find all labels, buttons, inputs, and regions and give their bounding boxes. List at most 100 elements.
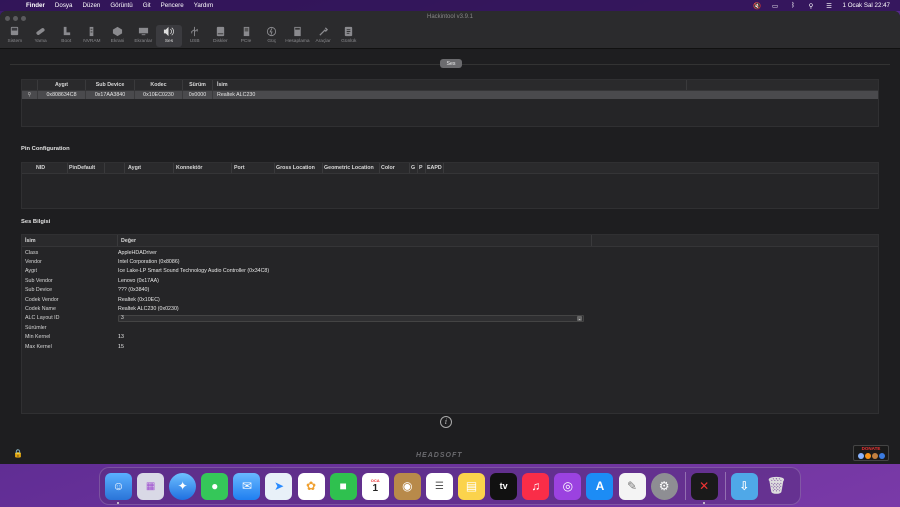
menu-duzen[interactable]: Düzen bbox=[82, 2, 100, 9]
col-isim[interactable]: İsim bbox=[213, 80, 687, 90]
safari-icon[interactable]: ✦ bbox=[169, 472, 197, 500]
content-area: Ses Aygıt Sub Device Kodec Sürüm İsim ⚲ … bbox=[0, 49, 900, 464]
col-pindefault[interactable]: PinDefault bbox=[68, 163, 105, 173]
list-item: Aygıt Ice Lake-LP Smart Sound Technology … bbox=[25, 268, 270, 275]
maps-icon[interactable]: ➤ bbox=[265, 472, 293, 500]
contacts-icon[interactable]: ◉ bbox=[393, 472, 421, 500]
window-title: Hackintool v3.9.1 bbox=[426, 14, 474, 20]
section-tab-ses[interactable]: Ses bbox=[440, 59, 462, 68]
display-icon[interactable]: ▭ bbox=[771, 2, 780, 10]
toolbar: Sistem Yama Boot NVRAM Ekrani Ekranlar S… bbox=[2, 25, 362, 47]
downloads-folder-icon[interactable]: ⇩ bbox=[730, 472, 758, 500]
pin-config-title: Pin Configuration bbox=[21, 146, 70, 152]
tab-ekrani[interactable]: Ekrani bbox=[105, 25, 131, 47]
col-aygit[interactable]: Aygıt bbox=[38, 80, 86, 90]
messages-icon[interactable]: ● bbox=[201, 472, 229, 500]
col-eapd[interactable]: EAPD bbox=[426, 163, 444, 173]
menu-finder[interactable]: Finder bbox=[26, 2, 45, 9]
tab-guc[interactable]: Güç bbox=[259, 25, 285, 47]
mail-icon[interactable]: ✉ bbox=[233, 472, 261, 500]
col-sub-device[interactable]: Sub Device bbox=[86, 80, 135, 90]
photos-icon[interactable]: ✿ bbox=[297, 472, 325, 500]
col-kodec[interactable]: Kodec bbox=[135, 80, 183, 90]
menu-pencere[interactable]: Pencere bbox=[161, 2, 184, 9]
col-info-deger[interactable]: Değer bbox=[118, 235, 592, 246]
tab-boot[interactable]: Boot bbox=[53, 25, 79, 47]
mute-icon[interactable]: 🔇 bbox=[753, 2, 762, 10]
donate-button[interactable]: DONATE bbox=[853, 445, 889, 461]
podcasts-icon[interactable]: ◎ bbox=[554, 472, 582, 500]
list-item: Codek Vendor Realtek (0x10EC) bbox=[25, 296, 160, 303]
tab-sistem[interactable]: Sistem bbox=[2, 25, 28, 47]
audio-devices-table: Aygıt Sub Device Kodec Sürüm İsim ⚲ 0x80… bbox=[21, 79, 879, 127]
col-geometric-location[interactable]: Geometric Location bbox=[323, 163, 380, 173]
tab-pcie[interactable]: PCIe bbox=[233, 25, 259, 47]
chevron-down-icon[interactable]: ⌄ bbox=[577, 315, 582, 321]
textedit-icon[interactable]: ✎ bbox=[618, 472, 646, 500]
menu-yardim[interactable]: Yardım bbox=[194, 2, 213, 9]
lock-icon[interactable]: 🔒 bbox=[13, 449, 23, 458]
log-icon bbox=[343, 26, 355, 37]
tab-araclar[interactable]: Araçlar bbox=[310, 25, 336, 47]
control-center-icon[interactable]: ☰ bbox=[825, 2, 834, 10]
dock: ☺ ▦ ✦ ● ✉ ➤ ✿ ■ OCA 1 ◉ ☰ ▤ tv ♫ ◎ A ✎ ⚙… bbox=[99, 467, 801, 505]
music-icon[interactable]: ♫ bbox=[522, 472, 550, 500]
pcie-icon bbox=[240, 26, 252, 37]
col-p[interactable]: P bbox=[418, 163, 426, 173]
menu-git[interactable]: Git bbox=[143, 2, 151, 9]
tab-diskler[interactable]: Diskler bbox=[208, 25, 234, 47]
col-port[interactable]: Port bbox=[232, 163, 275, 173]
tab-nvram[interactable]: NVRAM bbox=[79, 25, 105, 47]
notes-icon[interactable]: ▤ bbox=[458, 472, 486, 500]
app-store-icon[interactable]: A bbox=[586, 472, 614, 500]
tab-yama[interactable]: Yama bbox=[28, 25, 54, 47]
col-konnektor[interactable]: Konnektör bbox=[174, 163, 232, 173]
tab-ses[interactable]: Ses bbox=[156, 25, 182, 47]
facetime-icon[interactable]: ■ bbox=[329, 472, 357, 500]
table-row[interactable]: ⚲ 0x808634C8 0x17AA3840 0x10EC0230 0x000… bbox=[22, 91, 878, 99]
apple-tv-icon[interactable]: tv bbox=[490, 472, 518, 500]
audio-info-header: İsim Değer bbox=[22, 235, 878, 247]
alc-layout-id-select[interactable]: 3 ⌄ bbox=[118, 314, 584, 322]
list-item: Vendor Intel Corporation (0x8086) bbox=[25, 259, 180, 266]
calendar-icon[interactable]: OCA 1 bbox=[361, 472, 389, 500]
tab-usb[interactable]: USB bbox=[182, 25, 208, 47]
clock[interactable]: 1 Ocak Sal 22:47 bbox=[843, 2, 890, 9]
headsoft-logo: HEADSOFT bbox=[416, 452, 463, 459]
list-item: ALC Layout ID 3 ⌄ bbox=[22, 314, 878, 323]
col-aygit-pin[interactable]: Aygıt bbox=[125, 163, 174, 173]
info-icon[interactable]: i bbox=[440, 416, 452, 428]
launchpad-icon[interactable]: ▦ bbox=[137, 472, 165, 500]
tab-hesaplama[interactable]: Hesaplama bbox=[285, 25, 311, 47]
reminders-icon[interactable]: ☰ bbox=[425, 472, 453, 500]
pin-config-header: NID PinDefault Aygıt Konnektör Port Gros… bbox=[22, 163, 878, 174]
audio-info-title: Ses Bilgisi bbox=[21, 219, 51, 225]
col-g[interactable]: G bbox=[410, 163, 418, 173]
usb-icon bbox=[189, 26, 201, 37]
hackintool-icon[interactable]: ✕ bbox=[690, 472, 718, 504]
col-surum[interactable]: Sürüm bbox=[183, 80, 213, 90]
col-info-isim[interactable]: İsim bbox=[22, 235, 118, 246]
computer-icon bbox=[9, 26, 21, 37]
list-item: Sub Vendor Lenovo (0x17AA) bbox=[25, 277, 159, 284]
menu-dosya[interactable]: Dosya bbox=[55, 2, 73, 9]
col-nid[interactable]: NID bbox=[22, 163, 68, 173]
audio-info-rows: Class AppleHDADriver Vendor Intel Corporat… bbox=[22, 247, 878, 351]
trash-icon[interactable]: 🗑 bbox=[763, 473, 790, 500]
list-item: Max Kernel 15 bbox=[25, 343, 124, 350]
system-settings-icon[interactable]: ⚙ bbox=[650, 472, 678, 500]
col-color[interactable]: Color bbox=[380, 163, 410, 173]
col-gross-location[interactable]: Gross Location bbox=[275, 163, 323, 173]
nvram-icon bbox=[86, 26, 98, 37]
bandage-icon bbox=[35, 26, 47, 37]
tab-ekranlar[interactable]: Ekranlar bbox=[130, 25, 156, 47]
magnifier-icon[interactable]: ⚲ bbox=[22, 91, 38, 99]
menu-bar: Finder Dosya Düzen Görüntü Git Pencere Y… bbox=[0, 0, 900, 11]
search-icon[interactable]: ⚲ bbox=[807, 2, 816, 10]
menu-goruntu[interactable]: Görüntü bbox=[110, 2, 132, 9]
list-item: Codek Name Realtek ALC230 (0x0230) bbox=[25, 306, 179, 313]
tab-gunluk[interactable]: Günlük bbox=[336, 25, 362, 47]
bluetooth-icon[interactable]: ᛒ bbox=[789, 2, 798, 9]
finder-icon[interactable]: ☺ bbox=[105, 472, 132, 504]
coin-icon bbox=[871, 453, 878, 459]
